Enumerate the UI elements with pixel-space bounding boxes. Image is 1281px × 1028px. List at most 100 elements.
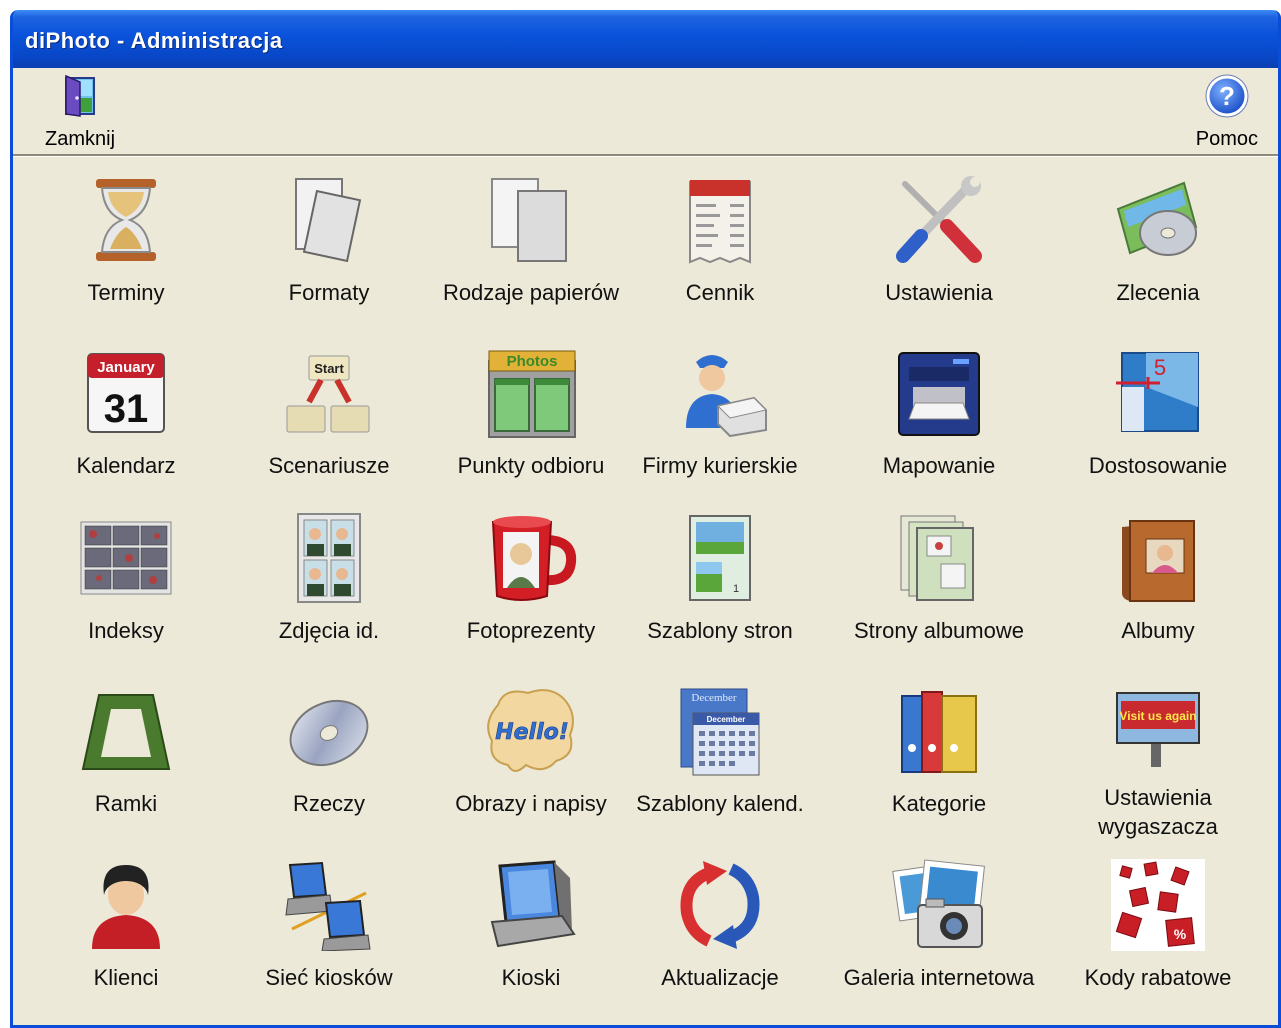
item-label: Strony albumowe <box>854 618 1024 643</box>
printer-icon <box>889 343 989 443</box>
client-person-icon <box>76 855 176 955</box>
item-label: Rzeczy <box>292 791 366 816</box>
photo-shop-icon: Photos <box>481 343 581 443</box>
item-aktualizacje[interactable]: Aktualizacje <box>620 855 820 1015</box>
adjust-mark-text: 5 <box>1154 355 1166 380</box>
item-label: Zlecenia <box>1116 280 1200 305</box>
close-button[interactable]: Zamknij <box>45 74 115 151</box>
item-kioski[interactable]: Kioski <box>431 855 631 1015</box>
frame-icon <box>76 681 176 781</box>
title-bar[interactable]: diPhoto - Administracja <box>13 10 1278 68</box>
help-icon: ? <box>1205 74 1249 118</box>
discount-dice-icon: % <box>1108 855 1208 955</box>
photo-mug-icon <box>481 508 581 608</box>
tools-icon <box>889 170 989 270</box>
item-rzeczy[interactable]: Rzeczy <box>229 681 429 841</box>
item-label: Formaty <box>288 280 370 305</box>
item-label: Fotoprezenty <box>466 618 596 643</box>
page-number-text: 1 <box>733 583 739 595</box>
item-label: Scenariusze <box>268 453 390 478</box>
admin-icon-grid: Terminy Formaty Rodzaje papierów Cennik … <box>13 158 1278 1025</box>
item-label: Rodzaje papierów <box>442 280 620 305</box>
calendar-template-icon: December December <box>670 681 770 781</box>
kiosk-icon <box>481 855 581 955</box>
discount-percent-text: % <box>1174 926 1187 942</box>
item-klienci[interactable]: Klienci <box>26 855 226 1015</box>
item-label: Firmy kurierskie <box>642 453 798 478</box>
item-cennik[interactable]: Cennik <box>620 170 820 330</box>
item-label: Kioski <box>501 965 561 990</box>
item-scenariusze[interactable]: Start Scenariusze <box>229 343 429 503</box>
item-formaty[interactable]: Formaty <box>229 170 429 330</box>
item-galeria-internetowa[interactable]: Galeria internetowa <box>839 855 1039 1015</box>
refresh-arrows-icon <box>670 855 770 955</box>
item-label: Kody rabatowe <box>1084 965 1232 990</box>
window-title: diPhoto - Administracja <box>25 28 283 53</box>
exit-door-icon <box>58 74 102 118</box>
album-book-icon <box>1108 508 1208 608</box>
item-kalendarz[interactable]: January 31 Kalendarz <box>26 343 226 503</box>
item-obrazy-i-napisy[interactable]: Hello! Obrazy i napisy <box>431 681 631 841</box>
toolbar: Zamknij ? Pomoc <box>13 68 1278 156</box>
item-dostosowanie[interactable]: 5 Dostosowanie <box>1058 343 1258 503</box>
item-strony-albumowe[interactable]: Strony albumowe <box>839 508 1039 668</box>
calendar-front-month: December <box>707 715 746 724</box>
hello-text: Hello! <box>495 720 569 745</box>
index-print-icon <box>76 508 176 608</box>
item-szablony-kalend[interactable]: December December Szablony kalend. <box>620 681 820 841</box>
page-template-icon: 1 <box>670 508 770 608</box>
paper-types-icon <box>481 170 581 270</box>
id-photos-icon <box>279 508 379 608</box>
item-fotoprezenty[interactable]: Fotoprezenty <box>431 508 631 668</box>
calendar-icon: January 31 <box>76 343 176 443</box>
adjust-icon: 5 <box>1108 343 1208 443</box>
item-albumy[interactable]: Albumy <box>1058 508 1258 668</box>
item-label: Obrazy i napisy <box>455 791 607 816</box>
cd-disc-icon <box>279 681 379 781</box>
item-kody-rabatowe[interactable]: % Kody rabatowe <box>1058 855 1258 1015</box>
calendar-back-month: December <box>691 692 737 704</box>
item-punkty-odbioru[interactable]: Photos Punkty odbioru <box>431 343 631 503</box>
item-label: Galeria internetowa <box>843 965 1035 990</box>
photo-formats-icon <box>279 170 379 270</box>
pricelist-icon <box>670 170 770 270</box>
item-label: Albumy <box>1121 618 1195 643</box>
item-label: Szablony stron <box>647 618 793 643</box>
billboard-text: Visit us again <box>1119 709 1196 723</box>
item-label: Aktualizacje <box>661 965 779 990</box>
item-zlecenia[interactable]: Zlecenia <box>1058 170 1258 330</box>
item-szablony-stron[interactable]: 1 Szablony stron <box>620 508 820 668</box>
item-label: Szablony kalend. <box>636 791 804 816</box>
item-label: Klienci <box>93 965 159 990</box>
start-box-text: Start <box>314 361 344 376</box>
item-label: Punkty odbioru <box>457 453 605 478</box>
item-label: Ustawienia <box>885 280 993 305</box>
item-rodzaje-papierow[interactable]: Rodzaje papierów <box>431 170 631 330</box>
item-ustawienia-wygaszacza[interactable]: Visit us again Ustawienia wygaszacza <box>1058 681 1258 841</box>
help-button[interactable]: ? Pomoc <box>1196 74 1258 151</box>
shop-sign-text: Photos <box>507 353 558 370</box>
item-label: Mapowanie <box>882 453 996 478</box>
item-label: Zdjęcia id. <box>278 618 380 643</box>
item-ustawienia[interactable]: Ustawienia <box>839 170 1039 330</box>
item-ramki[interactable]: Ramki <box>26 681 226 841</box>
item-label: Sieć kiosków <box>265 965 393 990</box>
item-mapowanie[interactable]: Mapowanie <box>839 343 1039 503</box>
item-siec-kioskow[interactable]: Sieć kiosków <box>229 855 429 1015</box>
kiosk-network-icon <box>279 855 379 955</box>
close-label: Zamknij <box>45 128 116 150</box>
item-indeksy[interactable]: Indeksy <box>26 508 226 668</box>
orders-disc-icon <box>1108 170 1208 270</box>
item-zdjecia-id[interactable]: Zdjęcia id. <box>229 508 429 668</box>
item-firmy-kurierskie[interactable]: Firmy kurierskie <box>620 343 820 503</box>
item-terminy[interactable]: Terminy <box>26 170 226 330</box>
camera-gallery-icon <box>889 855 989 955</box>
item-label: Cennik <box>685 280 755 305</box>
item-kategorie[interactable]: Kategorie <box>839 681 1039 841</box>
scenario-flow-icon: Start <box>279 343 379 443</box>
admin-window: diPhoto - Administracja Zamknij ? Pomoc … <box>10 10 1281 1028</box>
item-label: Ustawienia wygaszacza <box>1098 785 1218 839</box>
courier-icon <box>670 343 770 443</box>
item-label: Indeksy <box>88 618 164 643</box>
billboard-icon: Visit us again <box>1108 681 1208 775</box>
